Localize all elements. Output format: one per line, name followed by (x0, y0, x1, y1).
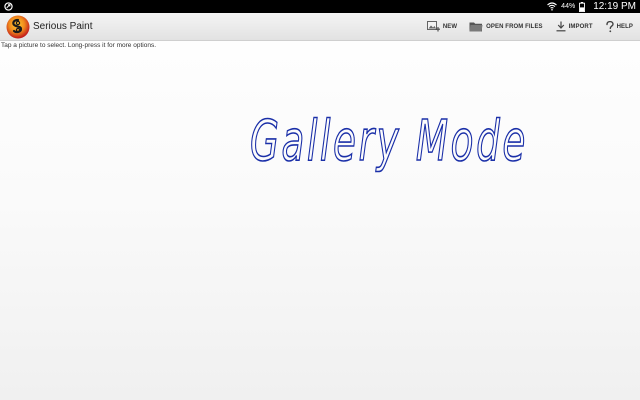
battery-percent: 44% (561, 3, 576, 10)
action-buttons: NEW OPEN FROM FILES IMPORT HELP (422, 13, 640, 40)
open-from-files-button[interactable]: OPEN FROM FILES (464, 13, 548, 40)
action-bar: Serious Paint NEW OPEN FROM FILES IMPORT… (0, 13, 640, 41)
wifi-icon (547, 2, 558, 11)
gallery-heading-text: Gallery Mode (250, 109, 528, 174)
folder-icon (469, 21, 483, 32)
new-image-icon (426, 21, 440, 32)
clock: 12:19 PM (593, 1, 636, 12)
app-title: Serious Paint (33, 21, 93, 32)
import-button-label: IMPORT (568, 23, 593, 30)
screen: 44% 12:19 PM Serious Paint NEW OPEN FROM… (0, 0, 640, 400)
battery-icon (579, 1, 586, 12)
status-bar: 44% 12:19 PM (0, 0, 640, 13)
gallery-hint: Tap a picture to select. Long-press it f… (1, 42, 156, 49)
app-logo-icon[interactable] (6, 15, 30, 39)
new-button[interactable]: NEW (422, 13, 462, 40)
app-notification-icon (4, 2, 13, 11)
import-button[interactable]: IMPORT (551, 13, 598, 40)
help-icon (605, 20, 614, 33)
download-icon (556, 21, 566, 32)
help-button-label: HELP (616, 23, 633, 30)
open-from-files-label: OPEN FROM FILES (486, 23, 543, 30)
gallery-heading: Gallery Mode (249, 108, 528, 175)
new-button-label: NEW (442, 23, 458, 30)
help-button[interactable]: HELP (601, 13, 638, 40)
